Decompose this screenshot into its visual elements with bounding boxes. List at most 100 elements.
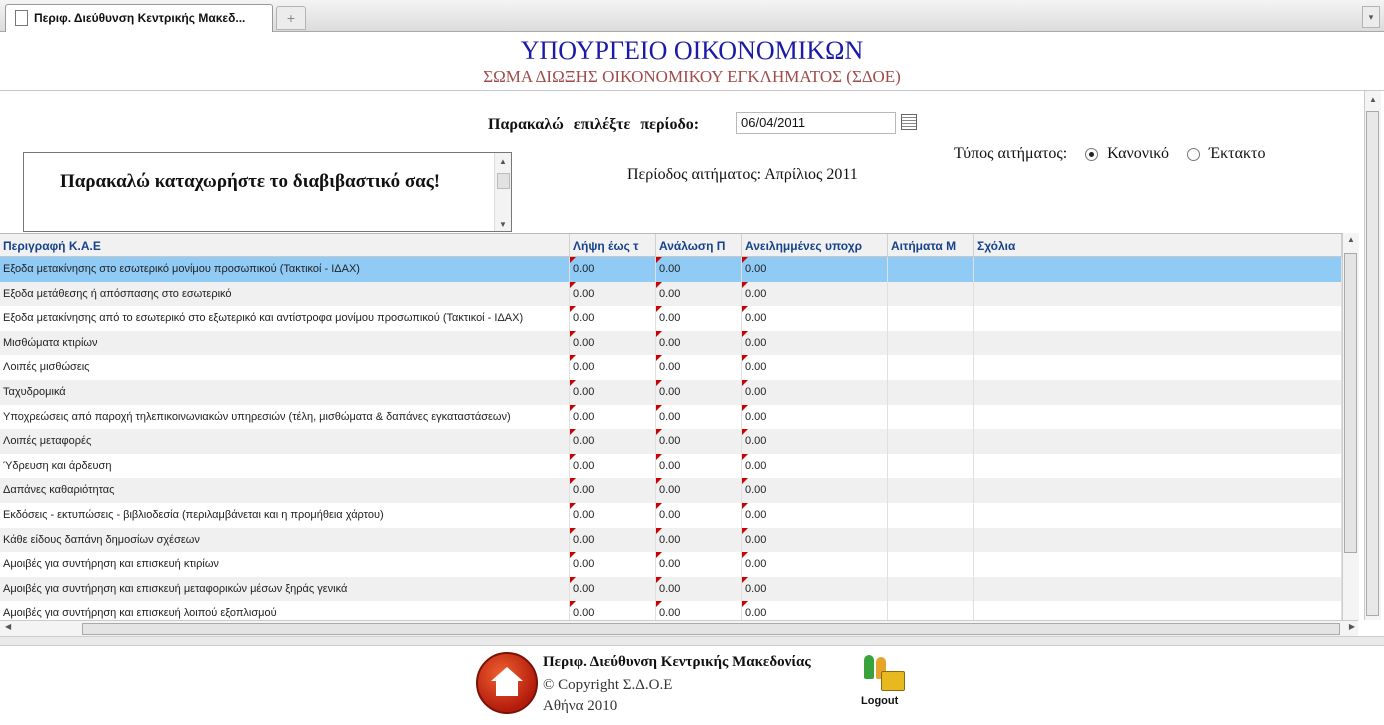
cell-requests[interactable] <box>888 527 974 553</box>
grid-vertical-scrollbar-thumb[interactable] <box>1344 253 1357 553</box>
cell-description[interactable]: Εξοδα μετάθεσης ή απόσπασης στο εσωτερικ… <box>0 281 570 307</box>
cell-consumed[interactable]: 0.00 <box>656 330 742 356</box>
scroll-down-arrow-icon[interactable]: ▼ <box>499 220 507 229</box>
cell-received[interactable]: 0.00 <box>570 527 656 553</box>
cell-comments[interactable] <box>974 552 1342 577</box>
cell-received[interactable]: 0.00 <box>570 281 656 307</box>
radio-extraordinary[interactable] <box>1187 147 1200 161</box>
cell-requests[interactable] <box>888 601 974 621</box>
cell-obligations[interactable]: 0.00 <box>742 576 888 602</box>
scroll-left-arrow-icon[interactable]: ◀ <box>5 622 11 631</box>
cell-requests[interactable] <box>888 379 974 405</box>
cell-obligations[interactable]: 0.00 <box>742 257 888 282</box>
grid-horizontal-scrollbar-thumb[interactable] <box>82 623 1340 635</box>
cell-consumed[interactable]: 0.00 <box>656 404 742 430</box>
note-scrollbar[interactable]: ▲ ▼ <box>494 153 511 231</box>
cell-comments[interactable] <box>974 257 1342 282</box>
column-header-obligations[interactable]: Ανειλημμένες υποχρ <box>742 234 888 256</box>
cell-comments[interactable] <box>974 281 1342 307</box>
cell-comments[interactable] <box>974 330 1342 356</box>
column-header-received[interactable]: Λήψη έως τ <box>570 234 656 256</box>
browser-tab[interactable]: Περιφ. Διεύθυνση Κεντρικής Μακεδ... <box>5 4 273 32</box>
new-tab-button[interactable]: + <box>276 6 306 30</box>
logout-button[interactable]: Logout <box>856 653 912 713</box>
table-row[interactable]: Υποχρεώσεις από παροχή τηλεπικοινωνιακών… <box>0 404 1342 430</box>
calendar-icon[interactable] <box>901 114 917 130</box>
cell-obligations[interactable]: 0.00 <box>742 601 888 621</box>
page-vertical-scrollbar-thumb[interactable] <box>1366 111 1379 616</box>
table-row[interactable]: Κάθε είδους δαπάνη δημοσίων σχέσεων 0.00 0… <box>0 527 1342 553</box>
grid-vertical-scrollbar[interactable]: ▲ <box>1342 233 1359 620</box>
table-row[interactable]: Αμοιβές για συντήρηση και επισκευή μεταφ… <box>0 576 1342 602</box>
cell-consumed[interactable]: 0.00 <box>656 601 742 621</box>
cell-consumed[interactable]: 0.00 <box>656 576 742 602</box>
cell-consumed[interactable]: 0.00 <box>656 429 742 454</box>
cell-description[interactable]: Αμοιβές για συντήρηση και επισκευή κτιρί… <box>0 552 570 577</box>
cell-description[interactable]: Δαπάνες καθαριότητας <box>0 478 570 503</box>
cell-description[interactable]: Μισθώματα κτιρίων <box>0 330 570 356</box>
cell-requests[interactable] <box>888 552 974 577</box>
cell-consumed[interactable]: 0.00 <box>656 453 742 479</box>
cell-obligations[interactable]: 0.00 <box>742 502 888 528</box>
cell-received[interactable]: 0.00 <box>570 502 656 528</box>
table-row[interactable]: Αμοιβές για συντήρηση και επισκευή κτιρί… <box>0 552 1342 577</box>
cell-obligations[interactable]: 0.00 <box>742 429 888 454</box>
cell-obligations[interactable]: 0.00 <box>742 281 888 307</box>
cell-description[interactable]: Κάθε είδους δαπάνη δημοσίων σχέσεων <box>0 527 570 553</box>
cell-description[interactable]: Αμοιβές για συντήρηση και επισκευή λοιπο… <box>0 601 570 621</box>
cell-obligations[interactable]: 0.00 <box>742 453 888 479</box>
cell-received[interactable]: 0.00 <box>570 306 656 331</box>
table-row[interactable]: Εξοδα μετακίνησης στο εσωτερικό μονίμου … <box>0 257 1342 282</box>
cell-consumed[interactable]: 0.00 <box>656 355 742 380</box>
cell-received[interactable]: 0.00 <box>570 379 656 405</box>
cell-consumed[interactable]: 0.00 <box>656 306 742 331</box>
cell-obligations[interactable]: 0.00 <box>742 478 888 503</box>
home-icon[interactable] <box>476 652 538 714</box>
cell-consumed[interactable]: 0.00 <box>656 281 742 307</box>
radio-regular[interactable] <box>1085 147 1099 161</box>
cell-requests[interactable] <box>888 576 974 602</box>
cell-requests[interactable] <box>888 453 974 479</box>
cell-received[interactable]: 0.00 <box>570 257 656 282</box>
table-row[interactable]: Λοιπές μισθώσεις 0.00 0.00 0.00 <box>0 355 1342 380</box>
cell-requests[interactable] <box>888 257 974 282</box>
cell-description[interactable]: Ταχυδρομικά <box>0 379 570 405</box>
cell-consumed[interactable]: 0.00 <box>656 552 742 577</box>
cell-consumed[interactable]: 0.00 <box>656 257 742 282</box>
radio-extraordinary-label[interactable]: Έκτακτο <box>1209 145 1265 163</box>
cell-description[interactable]: Αμοιβές για συντήρηση και επισκευή μεταφ… <box>0 576 570 602</box>
table-row[interactable]: Εκδόσεις - εκτυπώσεις - βιβλιοδεσία (περ… <box>0 502 1342 528</box>
table-row[interactable]: Εξοδα μετακίνησης από το εσωτερικό στο ε… <box>0 306 1342 331</box>
cell-comments[interactable] <box>974 527 1342 553</box>
table-row[interactable]: Ύδρευση και άρδευση 0.00 0.00 0.00 <box>0 453 1342 479</box>
table-row[interactable]: Δαπάνες καθαριότητας 0.00 0.00 0.00 <box>0 478 1342 503</box>
cell-received[interactable]: 0.00 <box>570 552 656 577</box>
cell-requests[interactable] <box>888 281 974 307</box>
cell-received[interactable]: 0.00 <box>570 478 656 503</box>
cell-description[interactable]: Λοιπές μεταφορές <box>0 429 570 454</box>
cell-obligations[interactable]: 0.00 <box>742 355 888 380</box>
cell-received[interactable]: 0.00 <box>570 404 656 430</box>
grid-horizontal-scrollbar[interactable]: ◀ ▶ <box>0 620 1358 637</box>
scroll-up-arrow-icon[interactable]: ▲ <box>1369 95 1377 104</box>
cell-comments[interactable] <box>974 453 1342 479</box>
cell-received[interactable]: 0.00 <box>570 429 656 454</box>
cell-description[interactable]: Εξοδα μετακίνησης από το εσωτερικό στο ε… <box>0 306 570 331</box>
cell-requests[interactable] <box>888 502 974 528</box>
cell-description[interactable]: Ύδρευση και άρδευση <box>0 453 570 479</box>
period-date-input[interactable]: 06/04/2011 <box>736 112 896 134</box>
cell-comments[interactable] <box>974 502 1342 528</box>
cell-comments[interactable] <box>974 429 1342 454</box>
cell-description[interactable]: Λοιπές μισθώσεις <box>0 355 570 380</box>
cell-consumed[interactable]: 0.00 <box>656 478 742 503</box>
cell-obligations[interactable]: 0.00 <box>742 552 888 577</box>
cell-obligations[interactable]: 0.00 <box>742 404 888 430</box>
cell-requests[interactable] <box>888 404 974 430</box>
cell-description[interactable]: Εκδόσεις - εκτυπώσεις - βιβλιοδεσία (περ… <box>0 502 570 528</box>
cell-requests[interactable] <box>888 306 974 331</box>
table-row[interactable]: Ταχυδρομικά 0.00 0.00 0.00 <box>0 379 1342 405</box>
cell-description[interactable]: Υποχρεώσεις από παροχή τηλεπικοινωνιακών… <box>0 404 570 430</box>
scroll-up-arrow-icon[interactable]: ▲ <box>1347 235 1355 244</box>
cell-comments[interactable] <box>974 478 1342 503</box>
cell-consumed[interactable]: 0.00 <box>656 379 742 405</box>
